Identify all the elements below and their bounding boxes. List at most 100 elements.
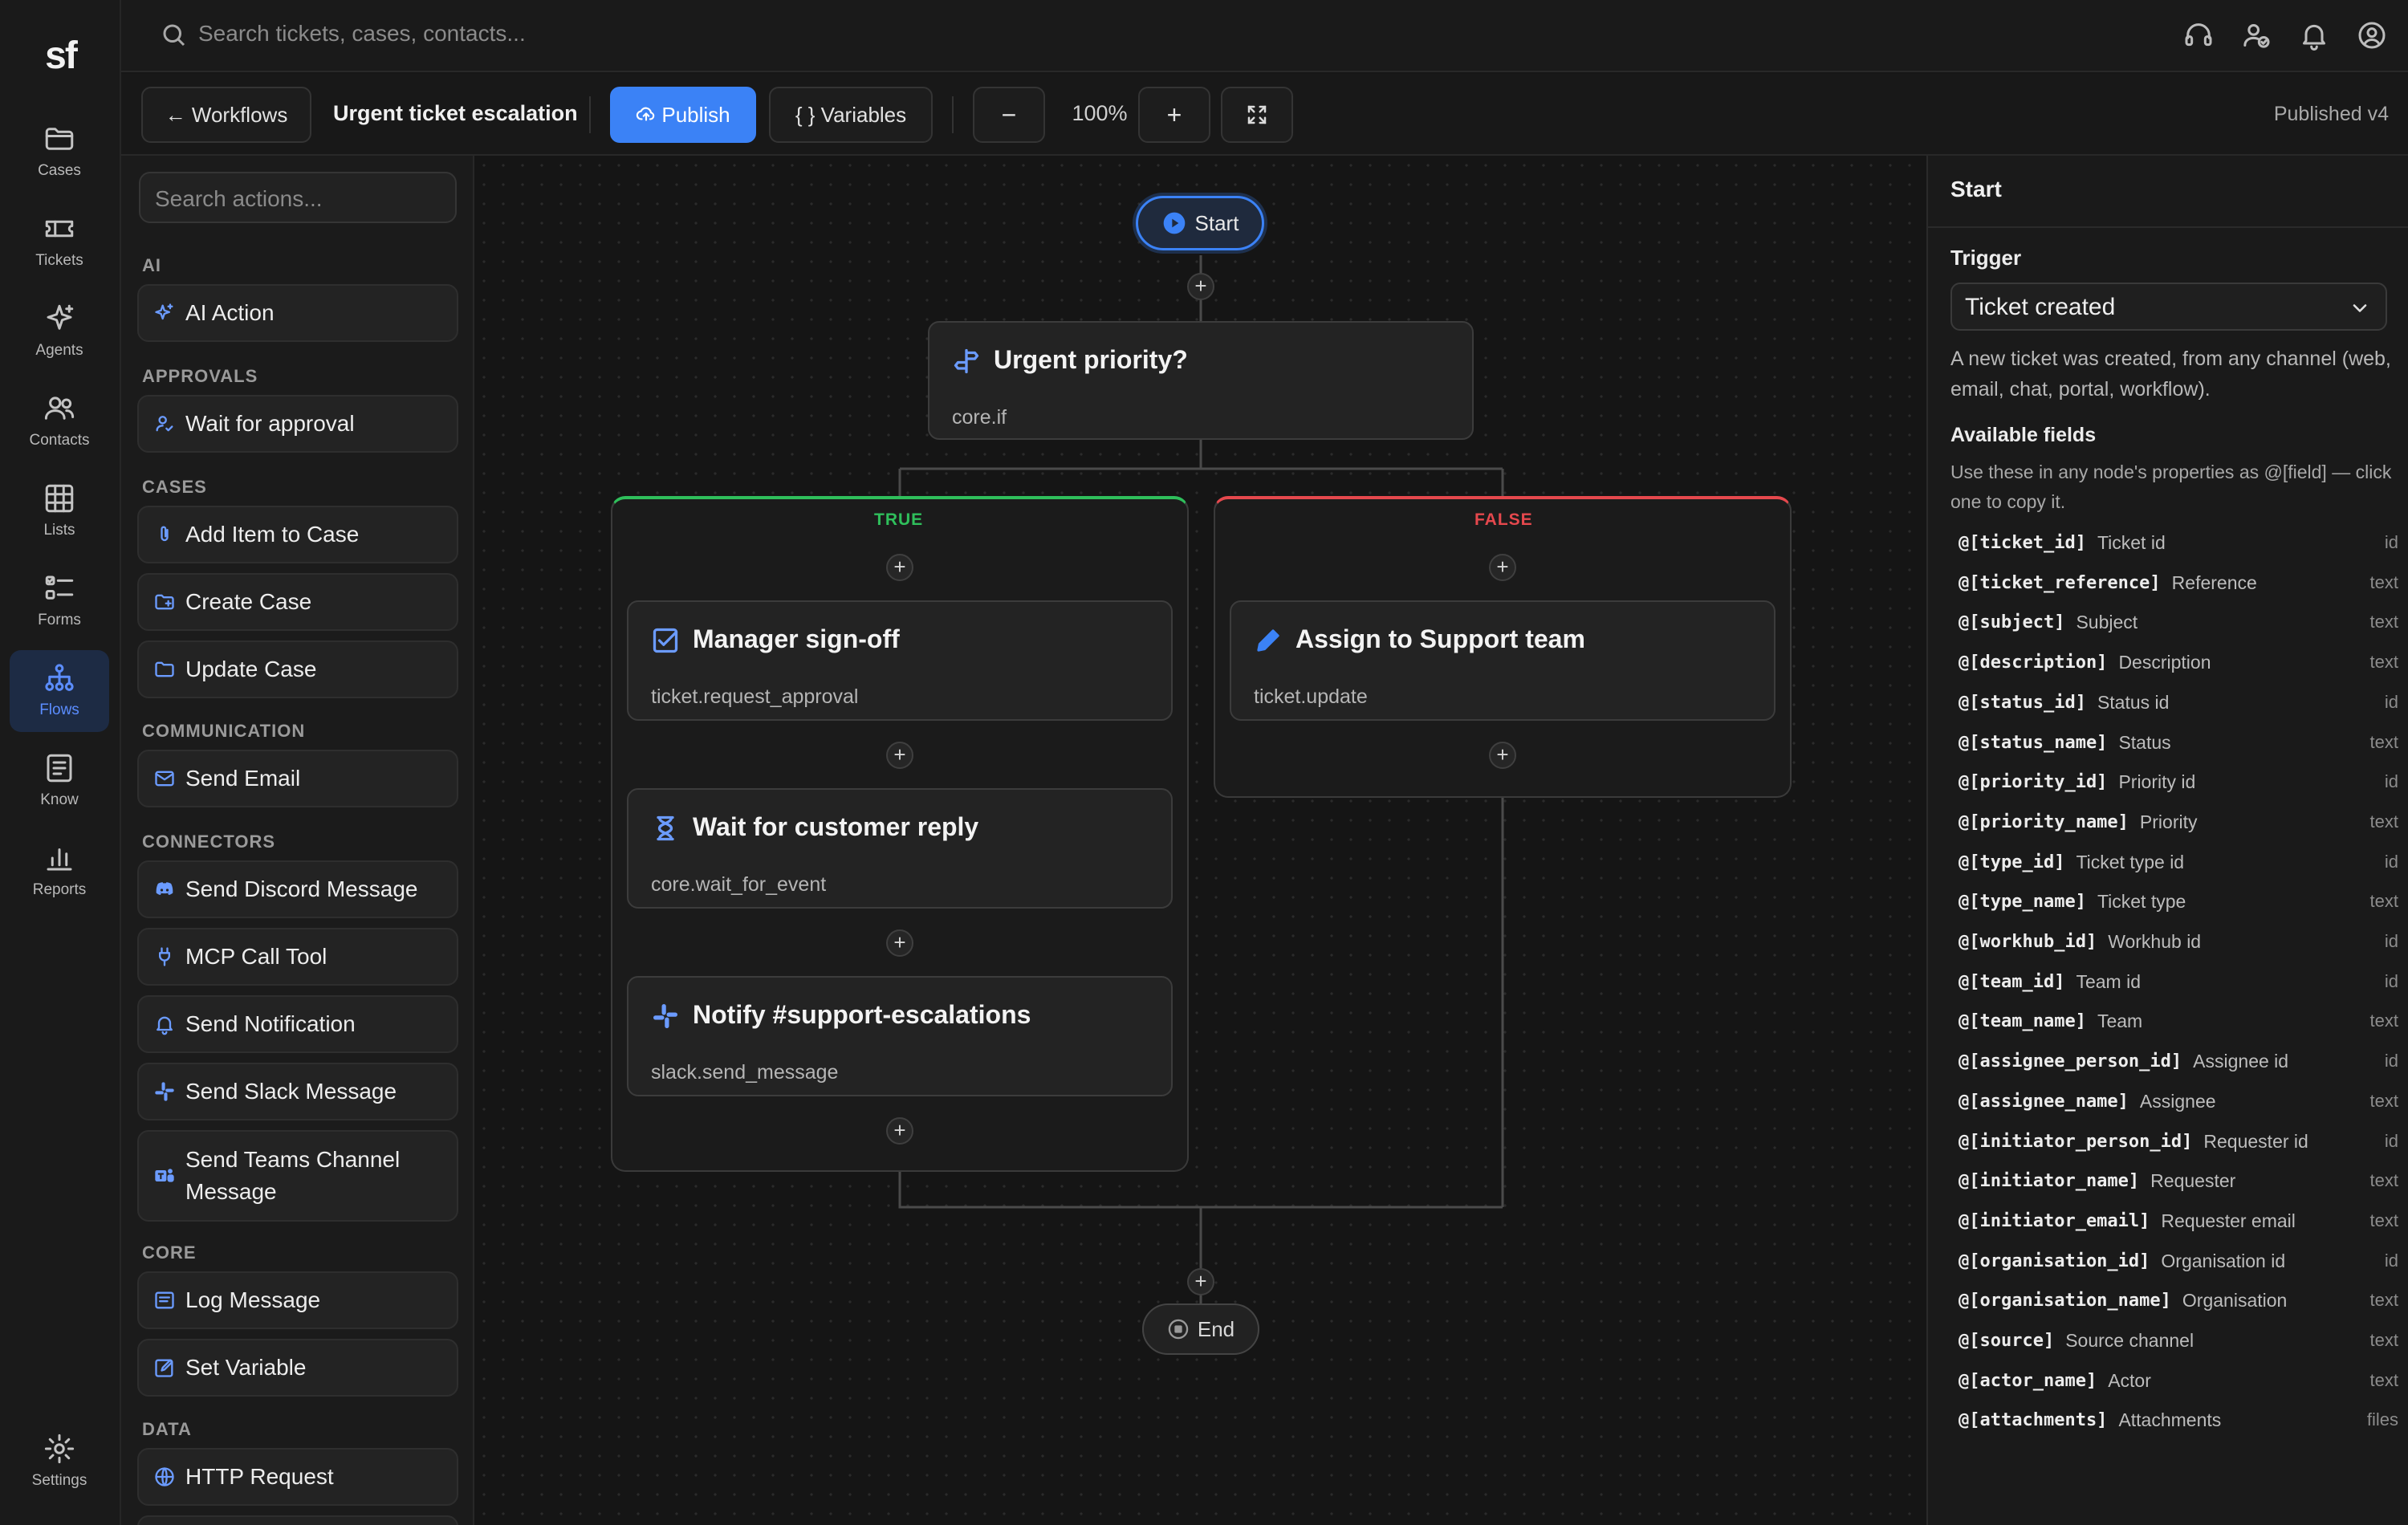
action-item-send-email[interactable]: Send Email <box>137 750 458 807</box>
add-step-button[interactable]: + <box>1489 554 1516 581</box>
zoom-out-button[interactable]: − <box>973 87 1045 143</box>
field-row[interactable]: @[team_id] Team id id <box>1959 966 2398 998</box>
nav-item-know[interactable]: Know <box>10 740 109 822</box>
field-row[interactable]: @[organisation_name] Organisation text <box>1959 1284 2398 1316</box>
action-search-input[interactable]: Search actions... <box>139 172 457 223</box>
publish-button[interactable]: Publish <box>610 87 756 143</box>
headset-icon[interactable] <box>2182 19 2215 51</box>
field-row[interactable]: @[initiator_person_id] Requester id id <box>1959 1125 2398 1157</box>
back-to-workflows-button[interactable]: ← Workflows <box>141 87 311 143</box>
action-item-set-variable[interactable]: Set Variable <box>137 1339 458 1397</box>
action-item-partial[interactable] <box>137 1515 458 1525</box>
field-type: text <box>2369 1290 2398 1310</box>
field-row[interactable]: @[type_name] Ticket type text <box>1959 885 2398 917</box>
add-step-button[interactable]: + <box>886 929 913 957</box>
field-row[interactable]: @[initiator_name] Requester text <box>1959 1165 2398 1197</box>
nav-item-tickets[interactable]: Tickets <box>10 201 109 283</box>
flow-node-assign-support[interactable]: Assign to Support team ticket.update <box>1230 600 1775 721</box>
available-fields-description: Use these in any node's properties as @[… <box>1950 462 2392 512</box>
folder-icon <box>155 661 174 677</box>
action-item-mcp-call-tool[interactable]: MCP Call Tool <box>137 928 458 986</box>
field-row[interactable]: @[type_id] Ticket type id id <box>1959 846 2398 878</box>
chevron-down-icon <box>2353 304 2367 312</box>
nav-item-settings[interactable]: Settings <box>10 1421 109 1503</box>
field-row[interactable]: @[status_name] Status text <box>1959 726 2398 758</box>
field-key: @[assignee_person_id] <box>1959 1051 2182 1072</box>
node-subtitle: core.if <box>952 406 1007 429</box>
end-node[interactable]: End <box>1142 1303 1259 1355</box>
condition-node[interactable]: Urgent priority? core.if <box>928 321 1474 440</box>
zoom-in-button[interactable]: + <box>1138 87 1210 143</box>
trigger-value: Ticket created <box>1965 294 2116 320</box>
app-logo[interactable]: sf <box>0 34 121 78</box>
published-status: Published v4 <box>2273 103 2389 125</box>
nav-item-agents[interactable]: Agents <box>10 291 109 372</box>
field-row[interactable]: @[ticket_id] Ticket id id <box>1959 527 2398 559</box>
paperclip-icon <box>161 526 169 542</box>
true-branch-label: TRUE <box>874 510 924 529</box>
user-check-icon <box>156 416 173 432</box>
action-item-wait-for-approval[interactable]: Wait for approval <box>137 395 458 453</box>
action-item-ai-action[interactable]: AI Action <box>137 284 458 342</box>
bell-icon[interactable] <box>2298 19 2330 51</box>
field-row[interactable]: @[source] Source channel text <box>1959 1324 2398 1356</box>
fit-screen-button[interactable] <box>1221 87 1293 143</box>
variables-button[interactable]: { } Variables <box>769 87 933 143</box>
field-row[interactable]: @[description] Description text <box>1959 646 2398 678</box>
field-label: Actor <box>2108 1369 2151 1391</box>
field-key: @[priority_id] <box>1959 771 2108 792</box>
flow-node-notify-slack[interactable]: Notify #support-escalations slack.send_m… <box>627 976 1173 1096</box>
nav-item-cases[interactable]: Cases <box>10 111 109 193</box>
field-row[interactable]: @[workhub_id] Workhub id id <box>1959 925 2398 958</box>
trigger-select[interactable]: Ticket created <box>1950 283 2387 331</box>
action-label: Log Message <box>185 1287 321 1312</box>
field-row[interactable]: @[initiator_email] Requester email text <box>1959 1205 2398 1237</box>
field-row[interactable]: @[priority_name] Priority text <box>1959 806 2398 838</box>
field-row[interactable]: @[organisation_id] Organisation id id <box>1959 1245 2398 1277</box>
field-row[interactable]: @[actor_name] Actor text <box>1959 1364 2398 1397</box>
field-label: Ticket id <box>2097 531 2166 553</box>
action-item-update-case[interactable]: Update Case <box>137 640 458 698</box>
global-search-input[interactable]: Search tickets, cases, contacts... <box>198 21 526 47</box>
field-row[interactable]: @[assignee_name] Assignee text <box>1959 1085 2398 1117</box>
field-row[interactable]: @[attachments] Attachments files <box>1959 1404 2398 1436</box>
field-label: Requester <box>2150 1169 2236 1191</box>
action-item-add-item-to-case[interactable]: Add Item to Case <box>137 506 458 563</box>
action-item-send-notification[interactable]: Send Notification <box>137 995 458 1053</box>
workflow-canvas[interactable]: Start + Urgent priority? core.if TRUE + … <box>474 156 1926 1525</box>
field-label: Subject <box>2076 611 2138 632</box>
field-row[interactable]: @[assignee_person_id] Assignee id id <box>1959 1045 2398 1077</box>
teams-icon <box>155 1169 174 1182</box>
field-label: Organisation <box>2182 1289 2288 1311</box>
start-node[interactable]: Start <box>1136 196 1264 250</box>
action-item-send-teams-channel-message[interactable]: Send Teams Channel Message <box>137 1130 458 1222</box>
action-item-create-case[interactable]: Create Case <box>137 573 458 631</box>
field-row[interactable]: @[team_name] Team text <box>1959 1005 2398 1037</box>
field-row[interactable]: @[subject] Subject text <box>1959 606 2398 638</box>
action-item-send-discord-message[interactable]: Send Discord Message <box>137 860 458 918</box>
add-step-button[interactable]: + <box>886 554 913 581</box>
field-row[interactable]: @[status_id] Status id id <box>1959 686 2398 718</box>
action-item-send-slack-message[interactable]: Send Slack Message <box>137 1063 458 1120</box>
add-step-button[interactable]: + <box>886 742 913 769</box>
nav-item-forms[interactable]: Forms <box>10 560 109 642</box>
action-item-http-request[interactable]: HTTP Request <box>137 1448 458 1506</box>
nav-item-lists[interactable]: Lists <box>10 470 109 552</box>
user-check-icon[interactable] <box>2240 19 2272 51</box>
field-row[interactable]: @[ticket_reference] Reference text <box>1959 567 2398 599</box>
add-step-button[interactable]: + <box>886 1117 913 1145</box>
add-step-button[interactable]: + <box>1187 1268 1214 1295</box>
field-key: @[ticket_id] <box>1959 532 2086 553</box>
field-type: text <box>2369 1011 2398 1031</box>
add-step-button[interactable]: + <box>1187 273 1214 300</box>
account-icon[interactable] <box>2356 19 2388 51</box>
add-step-button[interactable]: + <box>1489 742 1516 769</box>
nav-item-contacts[interactable]: Contacts <box>10 380 109 462</box>
nav-item-reports[interactable]: Reports <box>10 830 109 912</box>
action-item-log-message[interactable]: Log Message <box>137 1271 458 1329</box>
field-type: id <box>2384 1131 2398 1151</box>
field-row[interactable]: @[priority_id] Priority id id <box>1959 766 2398 798</box>
flow-node-wait-for-reply[interactable]: Wait for customer reply core.wait_for_ev… <box>627 788 1173 909</box>
flow-node-manager-signoff[interactable]: Manager sign-off ticket.request_approval <box>627 600 1173 721</box>
nav-item-flows[interactable]: Flows <box>10 650 109 732</box>
